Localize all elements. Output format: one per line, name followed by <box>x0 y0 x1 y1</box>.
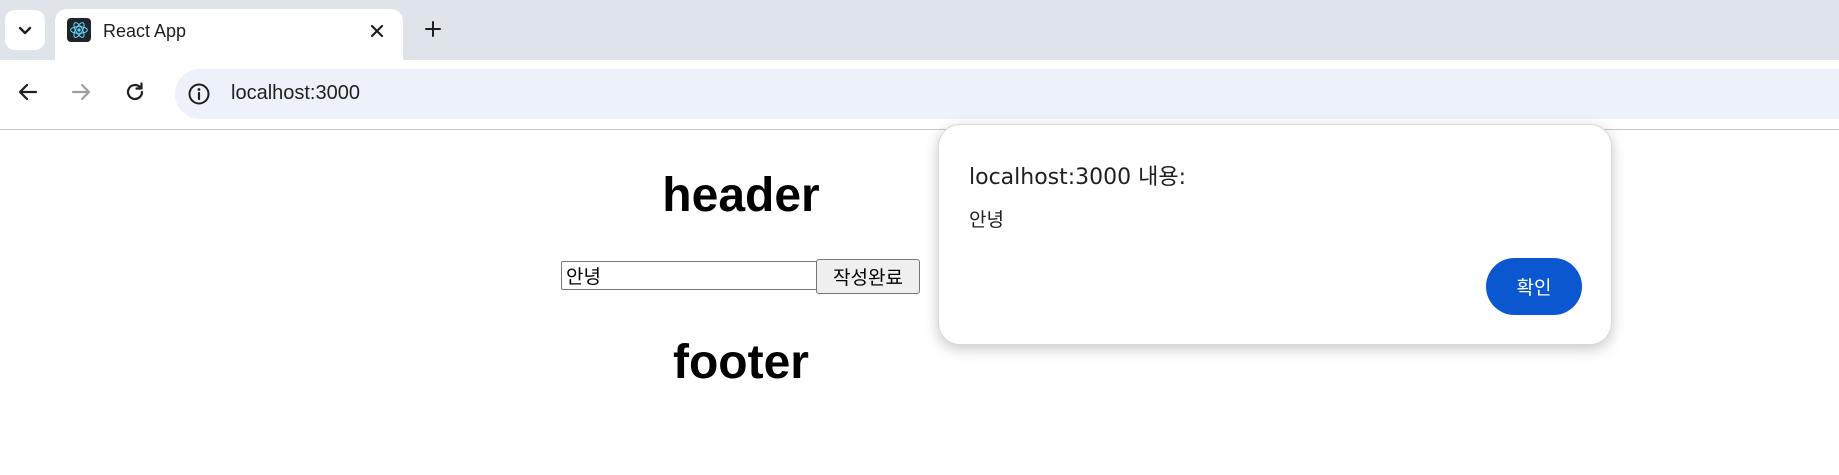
submit-button[interactable]: 작성완료 <box>816 259 920 294</box>
reload-icon <box>126 82 144 101</box>
tab-title: React App <box>103 21 187 41</box>
address-text: localhost:3000 <box>231 82 360 104</box>
tab-close-button[interactable] <box>363 17 391 45</box>
info-icon <box>188 83 210 105</box>
arrow-right-icon <box>71 83 91 101</box>
dialog-message: 안녕 <box>969 209 1004 231</box>
tab-search-button[interactable] <box>5 10 45 50</box>
browser-tab[interactable]: React App <box>55 9 403 60</box>
site-info-button[interactable] <box>185 80 213 108</box>
chevron-down-icon <box>18 26 32 35</box>
browser-toolbar: localhost:3000 <box>0 60 1839 130</box>
close-icon <box>370 24 384 38</box>
alert-dialog: localhost:3000 내용: 안녕 확인 <box>938 124 1612 345</box>
react-logo-icon <box>67 18 91 42</box>
dialog-title: localhost:3000 내용: <box>969 165 1187 190</box>
tab-strip: React App <box>0 0 1839 60</box>
address-bar[interactable]: localhost:3000 <box>175 69 1839 119</box>
forward-button[interactable] <box>64 75 98 109</box>
new-tab-button[interactable] <box>418 14 448 44</box>
ok-button[interactable]: 확인 <box>1486 258 1582 315</box>
arrow-left-icon <box>18 83 38 101</box>
reload-button[interactable] <box>118 75 152 109</box>
plus-icon <box>425 21 441 37</box>
back-button[interactable] <box>11 75 45 109</box>
text-input[interactable] <box>561 261 821 290</box>
